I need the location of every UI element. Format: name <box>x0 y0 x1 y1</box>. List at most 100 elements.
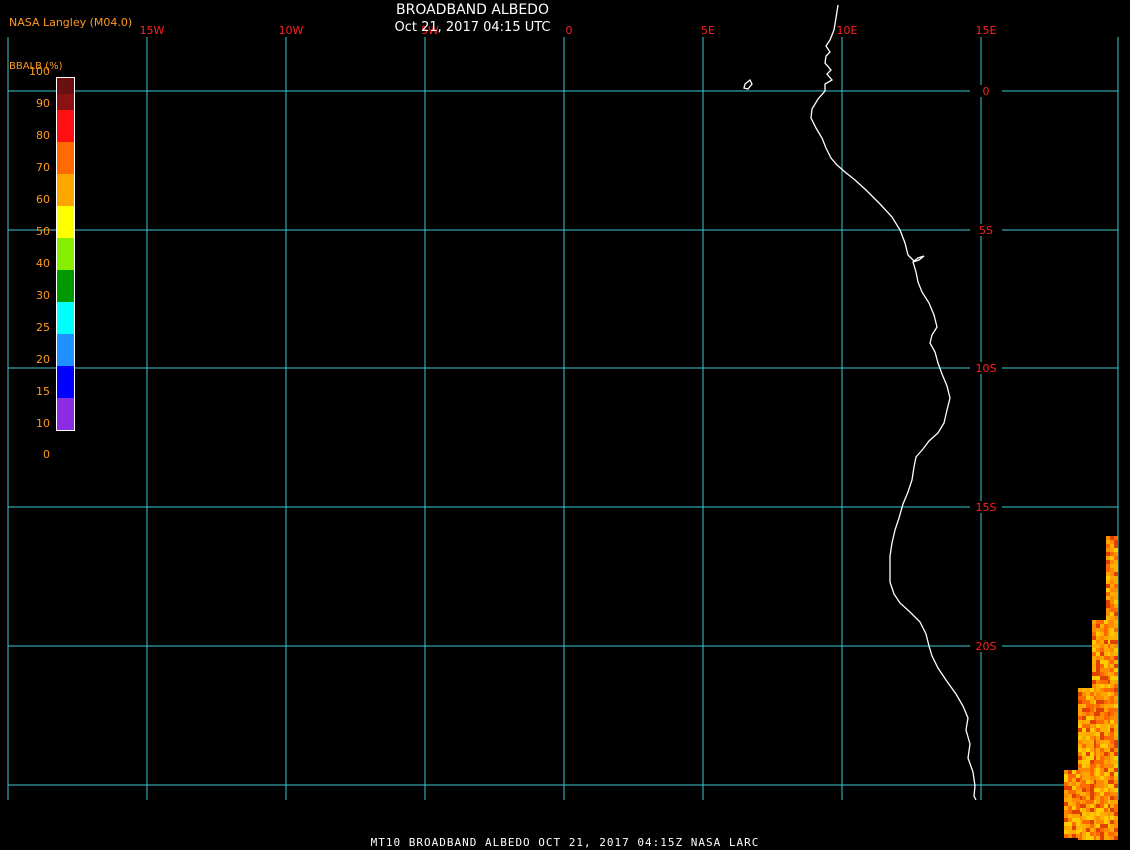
albedo-pixel <box>1110 800 1114 804</box>
albedo-pixel <box>1100 752 1104 756</box>
albedo-pixel <box>1096 716 1100 720</box>
albedo-pixel <box>1068 810 1072 814</box>
albedo-pixel <box>1100 660 1104 664</box>
albedo-pixel <box>1110 684 1114 688</box>
albedo-pixel <box>1104 680 1108 684</box>
albedo-pixel <box>1090 776 1094 780</box>
albedo-pixel <box>1086 728 1090 732</box>
albedo-pixel <box>1106 568 1110 572</box>
albedo-pixel <box>1104 696 1108 700</box>
albedo-pixel <box>1072 798 1076 802</box>
colorbar-tick-label: 15 <box>36 385 50 398</box>
colorbar-tick-label: 0 <box>43 448 50 461</box>
albedo-pixel <box>1100 676 1104 680</box>
albedo-pixel <box>1078 720 1082 724</box>
albedo-pixel <box>1076 814 1080 818</box>
albedo-pixel <box>1106 540 1110 544</box>
albedo-pixel <box>1114 712 1118 716</box>
albedo-pixel <box>1114 748 1118 752</box>
colorbar-tick-label: 50 <box>36 225 50 238</box>
albedo-pixel <box>1100 692 1104 696</box>
albedo-pixel <box>1100 824 1104 828</box>
albedo-pixel <box>1076 794 1080 798</box>
albedo-pixel <box>1064 802 1068 806</box>
albedo-pixel <box>1114 584 1118 588</box>
albedo-pixel <box>1090 824 1094 828</box>
albedo-pixel <box>1086 740 1090 744</box>
albedo-pixel <box>1110 620 1114 624</box>
albedo-pixel <box>1096 696 1100 700</box>
albedo-pixel <box>1064 782 1068 786</box>
albedo-pixel <box>1110 540 1114 544</box>
albedo-pixel <box>1114 720 1118 724</box>
albedo-pixel <box>1068 774 1072 778</box>
albedo-pixel <box>1090 772 1094 776</box>
albedo-pixel <box>1114 780 1118 784</box>
albedo-pixel <box>1100 784 1104 788</box>
albedo-pixel <box>1114 640 1118 644</box>
albedo-pixel <box>1110 668 1114 672</box>
albedo-pixel <box>1114 612 1118 616</box>
albedo-pixel <box>1110 636 1114 640</box>
albedo-pixel <box>1068 826 1072 830</box>
albedo-pixel <box>1082 828 1086 832</box>
albedo-pixel <box>1064 790 1068 794</box>
albedo-pixel <box>1086 784 1090 788</box>
albedo-pixel <box>1110 780 1114 784</box>
albedo-pixel <box>1110 816 1114 820</box>
colorbar <box>56 77 75 431</box>
albedo-pixel <box>1078 736 1082 740</box>
albedo-pixel <box>1096 728 1100 732</box>
albedo-pixel <box>1072 790 1076 794</box>
albedo-pixel <box>1110 576 1114 580</box>
albedo-pixel <box>1104 744 1108 748</box>
albedo-pixel <box>1096 688 1100 692</box>
albedo-pixel <box>1082 760 1086 764</box>
albedo-pixel <box>1096 680 1100 684</box>
albedo-pixel <box>1110 672 1114 676</box>
albedo-pixel <box>1096 740 1100 744</box>
albedo-pixel <box>1104 772 1108 776</box>
albedo-pixel <box>1110 812 1114 816</box>
albedo-pixel <box>1086 768 1090 772</box>
albedo-pixel <box>1110 596 1114 600</box>
albedo-pixel <box>1100 652 1104 656</box>
albedo-pixel <box>1104 640 1108 644</box>
albedo-pixel <box>1092 640 1096 644</box>
albedo-pixel <box>1114 700 1118 704</box>
albedo-pixel <box>1086 788 1090 792</box>
colorbar-swatch <box>57 302 74 334</box>
albedo-pixel <box>1114 672 1118 676</box>
albedo-pixel <box>1096 720 1100 724</box>
albedo-pixel <box>1082 796 1086 800</box>
colorbar-tick-label: 80 <box>36 129 50 142</box>
albedo-pixel <box>1114 600 1118 604</box>
albedo-pixel <box>1110 740 1114 744</box>
albedo-pixel <box>1106 604 1110 608</box>
albedo-pixel <box>1110 828 1114 832</box>
albedo-pixel <box>1096 708 1100 712</box>
albedo-pixel <box>1110 692 1114 696</box>
albedo-pixel <box>1078 724 1082 728</box>
albedo-pixel <box>1104 732 1108 736</box>
albedo-pixel <box>1090 712 1094 716</box>
colorbar-swatch <box>57 334 74 366</box>
albedo-pixel <box>1092 656 1096 660</box>
albedo-pixel <box>1090 760 1094 764</box>
albedo-pixel <box>1104 636 1108 640</box>
albedo-pixel <box>1110 592 1114 596</box>
albedo-pixel <box>1078 712 1082 716</box>
albedo-pixel <box>1100 648 1104 652</box>
albedo-pixel <box>1106 608 1110 612</box>
albedo-pixel <box>1100 796 1104 800</box>
albedo-pixel <box>1110 708 1114 712</box>
albedo-pixel <box>1090 756 1094 760</box>
albedo-pixel <box>1096 672 1100 676</box>
albedo-pixel <box>1100 656 1104 660</box>
colorbar-swatch <box>57 94 74 110</box>
albedo-pixel <box>1114 668 1118 672</box>
albedo-pixel <box>1104 664 1108 668</box>
albedo-pixel <box>1104 624 1108 628</box>
albedo-pixel <box>1086 776 1090 780</box>
albedo-pixel <box>1086 816 1090 820</box>
